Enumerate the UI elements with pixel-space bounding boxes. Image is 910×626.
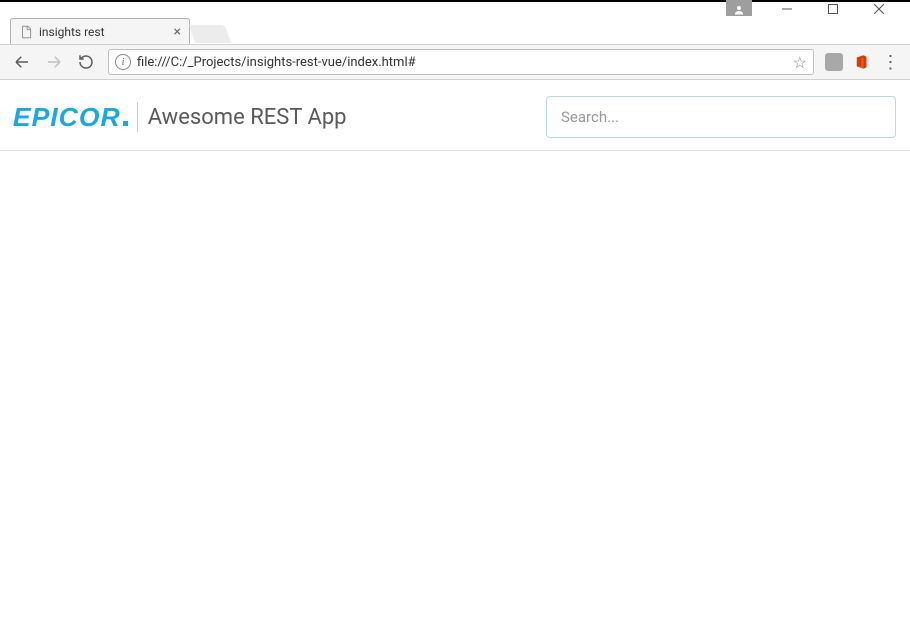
site-info-icon[interactable]: i: [115, 54, 131, 70]
new-tab-button[interactable]: [189, 25, 232, 43]
app-header: EPICOR Awesome REST App: [0, 80, 910, 151]
browser-tab-strip: insights rest ×: [0, 16, 910, 44]
browser-toolbar: i file:///C:/_Projects/insights-rest-vue…: [0, 44, 910, 80]
address-bar[interactable]: i file:///C:/_Projects/insights-rest-vue…: [108, 49, 814, 75]
arrow-right-icon: [45, 53, 63, 71]
ghostery-icon: [825, 53, 843, 71]
extension-office[interactable]: [850, 50, 874, 74]
search-input[interactable]: [546, 96, 896, 138]
main-content-area: [0, 151, 910, 621]
nav-back-button[interactable]: [8, 48, 36, 76]
browser-tab-active[interactable]: insights rest ×: [10, 18, 190, 44]
nav-reload-button[interactable]: [72, 48, 100, 76]
office-icon: [853, 53, 871, 71]
file-icon: [19, 25, 33, 39]
header-divider: [137, 102, 138, 132]
tab-close-button[interactable]: ×: [174, 25, 181, 39]
reload-icon: [77, 53, 95, 71]
browser-menu-button[interactable]: ⋮: [878, 50, 902, 74]
nav-forward-button[interactable]: [40, 48, 68, 76]
vertical-dots-icon: ⋮: [882, 52, 899, 73]
maximize-icon: [828, 4, 838, 14]
window-titlebar: [0, 2, 910, 16]
extension-ghostery[interactable]: [822, 50, 846, 74]
arrow-left-icon: [13, 53, 31, 71]
app-title: Awesome REST App: [148, 105, 546, 130]
page-content: EPICOR Awesome REST App: [0, 80, 910, 621]
url-text: file:///C:/_Projects/insights-rest-vue/i…: [137, 55, 793, 70]
close-icon: [874, 4, 884, 14]
minimize-icon: [782, 4, 792, 14]
user-icon: [733, 4, 745, 16]
epicor-logo: EPICOR: [13, 104, 128, 130]
tab-title: insights rest: [39, 25, 166, 39]
bookmark-button[interactable]: ☆: [793, 53, 807, 72]
